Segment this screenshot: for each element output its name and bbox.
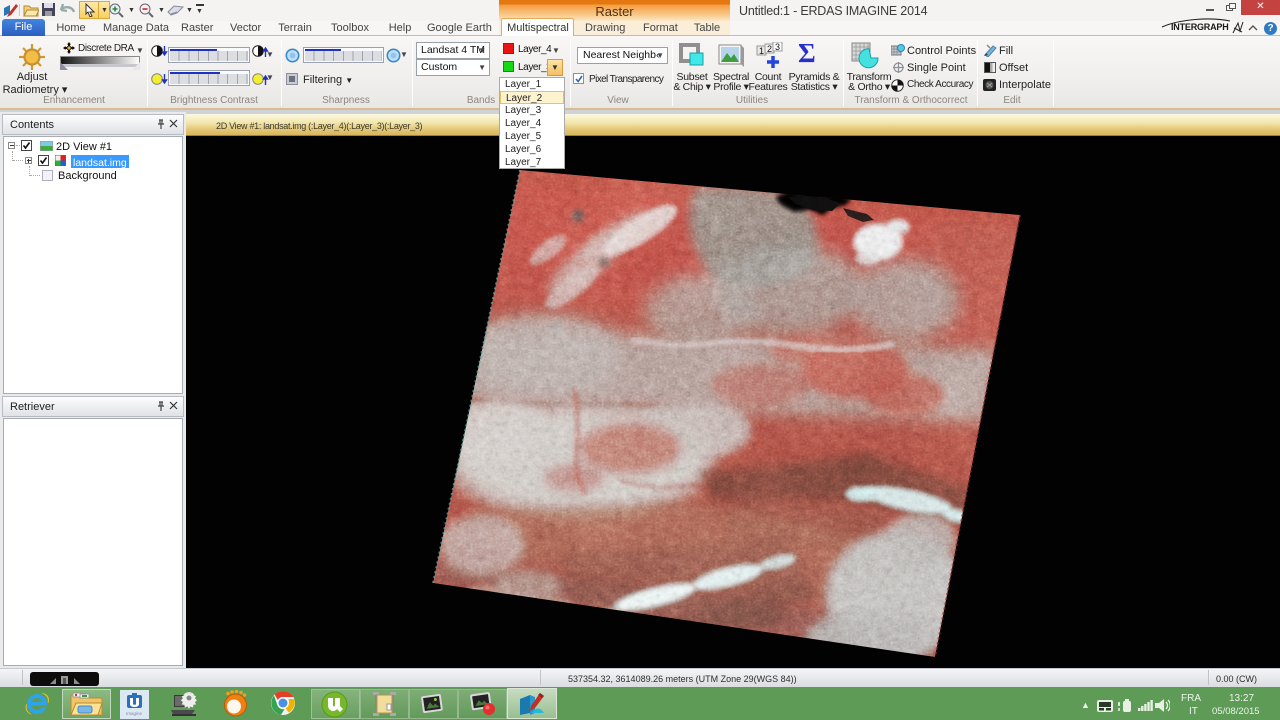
svg-text:2: 2 — [767, 44, 772, 54]
svg-text:Imagine: Imagine — [126, 711, 143, 716]
svg-text:3: 3 — [775, 42, 780, 52]
svg-text:1: 1 — [759, 46, 764, 56]
